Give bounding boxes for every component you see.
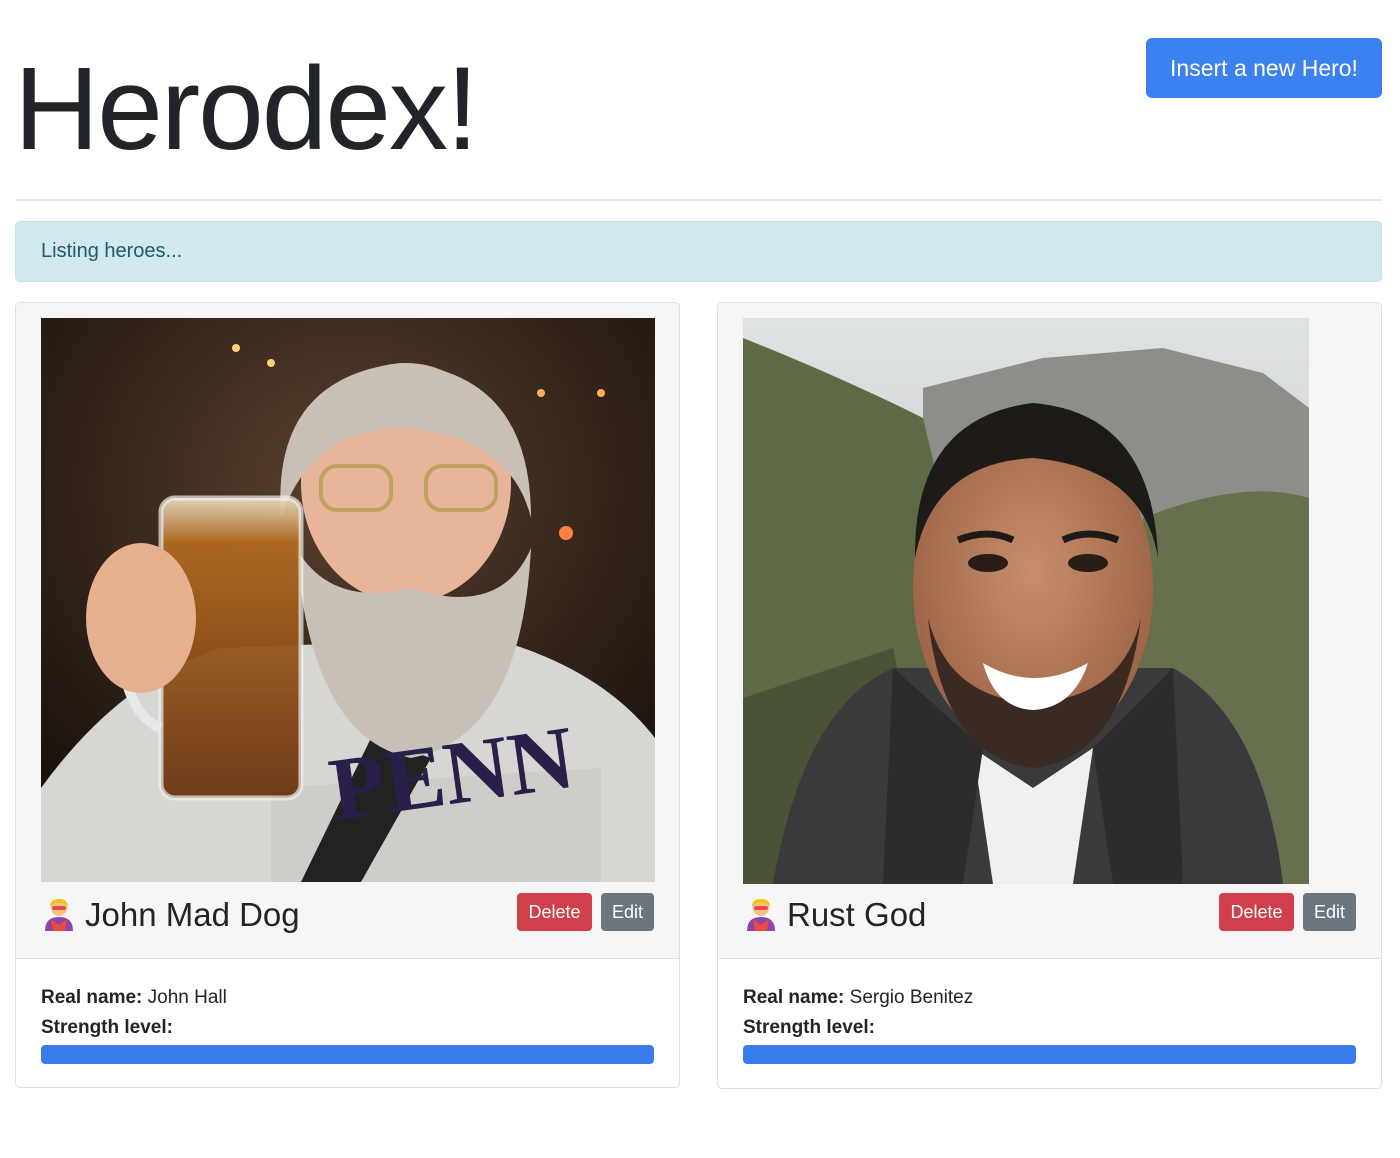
strength-label: Strength level:: [41, 1017, 173, 1038]
real-name-line: Real name: John Hall: [41, 983, 654, 1013]
hero-photo-image: [743, 318, 1309, 884]
strength-line: Strength level:: [743, 1013, 1356, 1043]
edit-button[interactable]: Edit: [601, 893, 654, 931]
strength-bar: [41, 1045, 654, 1064]
strength-bar: [743, 1045, 1356, 1064]
real-name-label: Real name:: [743, 987, 845, 1008]
hero-card-body: Real name: John Hall Strength level:: [41, 983, 654, 1064]
delete-button[interactable]: Delete: [1219, 893, 1294, 931]
real-name-line: Real name: Sergio Benitez: [743, 983, 1356, 1013]
real-name-label: Real name:: [41, 987, 143, 1008]
hero-card: PENN John Mad Dog Delete Edit Real name:…: [15, 302, 680, 1088]
real-name-value: John Hall: [147, 987, 227, 1008]
page-title: Herodex!: [14, 43, 479, 175]
hero-photo: PENN: [41, 318, 655, 882]
divider: [15, 199, 1382, 201]
superhero-icon: [45, 899, 73, 931]
hero-photo: [743, 318, 1309, 884]
hero-name: Rust God: [743, 891, 926, 939]
insert-hero-button[interactable]: Insert a new Hero!: [1146, 38, 1382, 98]
strength-line: Strength level:: [41, 1013, 654, 1043]
hero-photo-image: PENN: [41, 318, 655, 882]
hero-name: John Mad Dog: [41, 891, 300, 939]
superhero-icon: [747, 899, 775, 931]
real-name-value: Sergio Benitez: [849, 987, 974, 1008]
hero-card-body: Real name: Sergio Benitez Strength level…: [743, 983, 1356, 1064]
page: Herodex! Insert a new Hero! Listing hero…: [0, 0, 1400, 1158]
delete-button[interactable]: Delete: [517, 893, 592, 931]
strength-bar-fill: [41, 1045, 654, 1064]
hero-card-header: Rust God Delete Edit: [718, 303, 1381, 959]
strength-label: Strength level:: [743, 1017, 875, 1038]
hero-card: Rust God Delete Edit Real name: Sergio B…: [717, 302, 1382, 1089]
hero-name-text: John Mad Dog: [85, 896, 300, 933]
hero-card-header: PENN John Mad Dog Delete Edit: [16, 303, 679, 959]
hero-name-text: Rust God: [787, 896, 927, 933]
status-alert: Listing heroes...: [15, 221, 1382, 282]
strength-bar-fill: [743, 1045, 1356, 1064]
edit-button[interactable]: Edit: [1303, 893, 1356, 931]
